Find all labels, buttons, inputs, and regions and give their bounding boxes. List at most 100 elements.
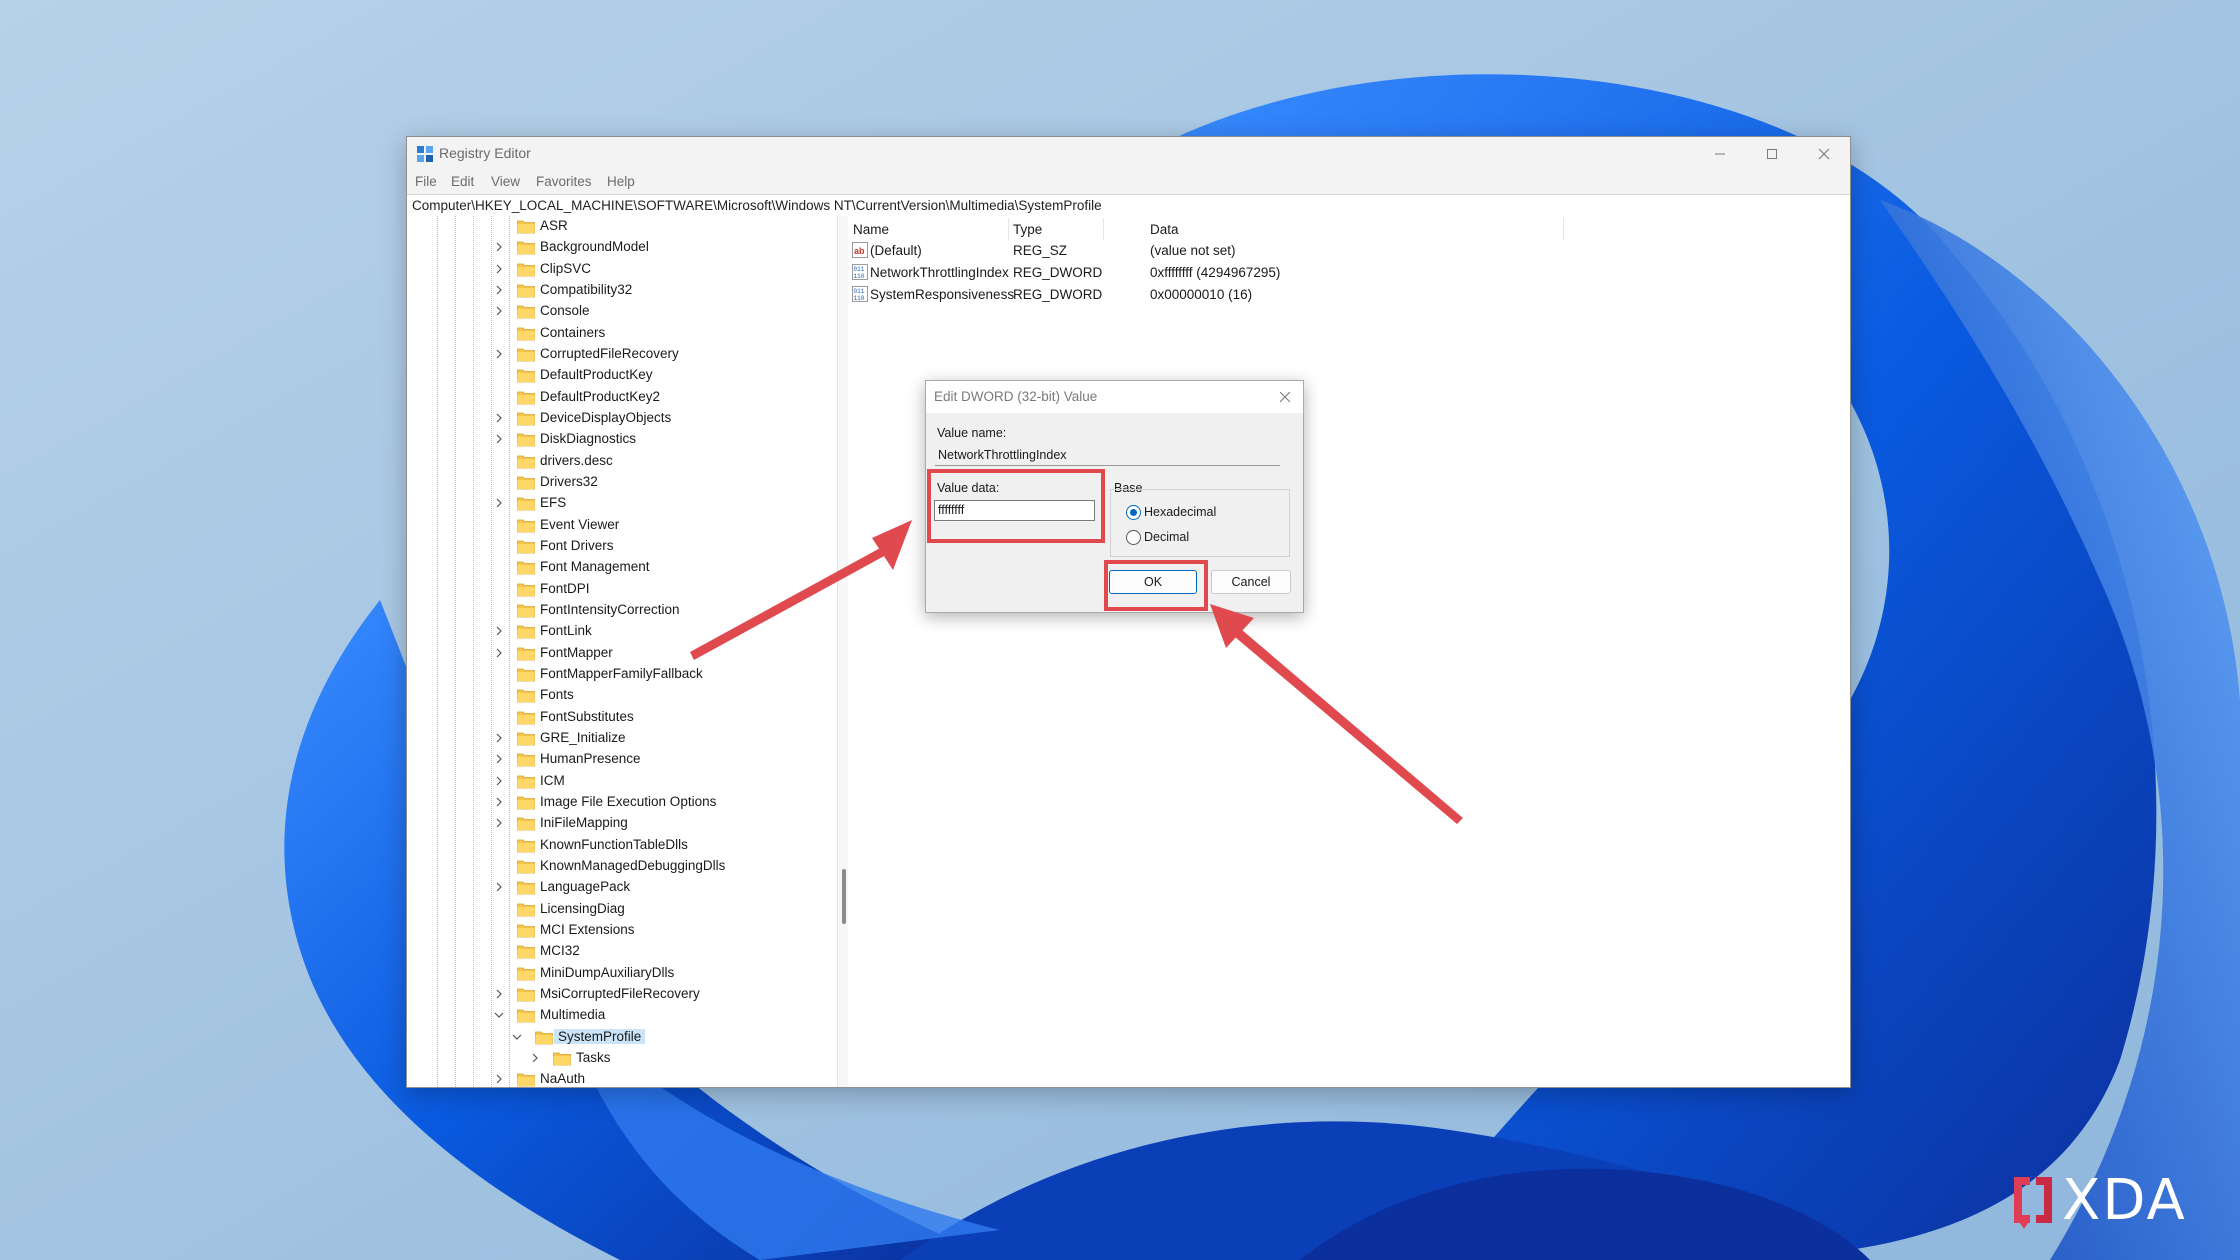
tree-item-drivers32[interactable]: Drivers32 — [407, 472, 827, 493]
chevron-right-icon[interactable] — [494, 882, 504, 892]
chevron-right-icon[interactable] — [494, 434, 504, 444]
tree-item-label: LanguagePack — [540, 879, 631, 895]
tree-item-fontsubstitutes[interactable]: FontSubstitutes — [407, 707, 827, 728]
tree-item-font-management[interactable]: Font Management — [407, 557, 827, 578]
tree-item-inifilemapping[interactable]: IniFileMapping — [407, 813, 827, 834]
dialog-close-button[interactable] — [1273, 385, 1297, 409]
tree-item-knownfunctiontabledlls[interactable]: KnownFunctionTableDlls — [407, 835, 827, 856]
decimal-label[interactable]: Decimal — [1144, 530, 1189, 544]
column-header-data[interactable]: Data — [1150, 222, 1179, 237]
tree-item-diskdiagnostics[interactable]: DiskDiagnostics — [407, 429, 827, 450]
tree-item-fontintensitycorrection[interactable]: FontIntensityCorrection — [407, 600, 827, 621]
tree-item-multimedia[interactable]: Multimedia — [407, 1005, 827, 1026]
chevron-right-icon[interactable] — [494, 349, 504, 359]
tree-item-containers[interactable]: Containers — [407, 323, 827, 344]
column-separator[interactable] — [1563, 218, 1564, 240]
tree-item-mci32[interactable]: MCI32 — [407, 941, 827, 962]
tree-item-drivers-desc[interactable]: drivers.desc — [407, 451, 827, 472]
chevron-right-icon[interactable] — [494, 989, 504, 999]
values-list-pane[interactable]: Name Type Data ab (Default) REG_SZ (valu… — [848, 216, 1850, 1087]
tree-item-efs[interactable]: EFS — [407, 493, 827, 514]
tree-item-gre-initialize[interactable]: GRE_Initialize — [407, 728, 827, 749]
menu-help[interactable]: Help — [607, 174, 635, 189]
tree-item-console[interactable]: Console — [407, 301, 827, 322]
key-tree-pane[interactable]: ASR BackgroundModel ClipSVC Compatibility32… — [407, 216, 837, 1087]
chevron-right-icon[interactable] — [494, 754, 504, 764]
tree-item-defaultproductkey2[interactable]: DefaultProductKey2 — [407, 387, 827, 408]
tree-item-fontmapperfamilyfallback[interactable]: FontMapperFamilyFallback — [407, 664, 827, 685]
tree-item-defaultproductkey[interactable]: DefaultProductKey — [407, 365, 827, 386]
folder-icon — [517, 860, 535, 874]
chevron-right-icon[interactable] — [494, 776, 504, 786]
value-row-default[interactable]: ab (Default) REG_SZ (value not set) — [848, 239, 1850, 261]
chevron-right-icon[interactable] — [494, 285, 504, 295]
column-separator[interactable] — [1103, 218, 1104, 240]
address-bar[interactable]: Computer\HKEY_LOCAL_MACHINE\SOFTWARE\Mic… — [407, 194, 1850, 217]
tree-item-fontlink[interactable]: FontLink — [407, 621, 827, 642]
maximize-button[interactable] — [1746, 137, 1798, 170]
tree-item-label: MiniDumpAuxiliaryDlls — [540, 964, 675, 980]
title-bar[interactable]: Registry Editor — [407, 137, 1850, 170]
value-row-networkthrottlingindex[interactable]: 011 110 NetworkThrottlingIndex REG_DWORD… — [848, 261, 1850, 283]
chevron-right-icon[interactable] — [494, 264, 504, 274]
value-row-systemresponsiveness[interactable]: 011 110 SystemResponsiveness REG_DWORD 0… — [848, 283, 1850, 305]
tree-item-asr[interactable]: ASR — [407, 216, 827, 237]
tree-item-font-drivers[interactable]: Font Drivers — [407, 536, 827, 557]
tree-item-mci-extensions[interactable]: MCI Extensions — [407, 920, 827, 941]
tree-item-corruptedfilerecovery[interactable]: CorruptedFileRecovery — [407, 344, 827, 365]
tree-scrollbar-thumb[interactable] — [842, 869, 846, 924]
menu-edit[interactable]: Edit — [451, 174, 474, 189]
tree-item-label: DefaultProductKey — [540, 367, 653, 383]
tree-item-systemprofile[interactable]: SystemProfile — [407, 1027, 827, 1048]
column-separator[interactable] — [1008, 218, 1009, 240]
tree-item-msicorruptedfilerecovery[interactable]: MsiCorruptedFileRecovery — [407, 984, 827, 1005]
decimal-radio[interactable] — [1126, 530, 1141, 545]
chevron-right-icon[interactable] — [494, 413, 504, 423]
chevron-right-icon[interactable] — [494, 498, 504, 508]
close-button[interactable] — [1798, 137, 1850, 170]
value-name: NetworkThrottlingIndex — [870, 265, 1009, 280]
cancel-button[interactable]: Cancel — [1211, 570, 1291, 594]
chevron-right-icon[interactable] — [494, 242, 504, 252]
tree-item-knownmanageddebuggingdlls[interactable]: KnownManagedDebuggingDlls — [407, 856, 827, 877]
tree-item-naauth[interactable]: NaAuth — [407, 1069, 827, 1087]
tree-item-clipsvc[interactable]: ClipSVC — [407, 259, 827, 280]
chevron-right-icon[interactable] — [494, 306, 504, 316]
tree-item-compatibility32[interactable]: Compatibility32 — [407, 280, 827, 301]
tree-item-languagepack[interactable]: LanguagePack — [407, 877, 827, 898]
tree-item-fontdpi[interactable]: FontDPI — [407, 579, 827, 600]
chevron-down-icon[interactable] — [494, 1010, 504, 1020]
tree-item-backgroundmodel[interactable]: BackgroundModel — [407, 237, 827, 258]
value-name-field[interactable]: NetworkThrottlingIndex — [935, 445, 1280, 466]
chevron-right-icon[interactable] — [494, 626, 504, 636]
tree-item-icm[interactable]: ICM — [407, 771, 827, 792]
chevron-right-icon[interactable] — [494, 1074, 504, 1084]
chevron-right-icon[interactable] — [494, 733, 504, 743]
menu-view[interactable]: View — [491, 174, 520, 189]
chevron-right-icon[interactable] — [494, 818, 504, 828]
menu-file[interactable]: File — [415, 174, 437, 189]
tree-item-minidumpauxiliarydlls[interactable]: MiniDumpAuxiliaryDlls — [407, 963, 827, 984]
minimize-button[interactable] — [1694, 137, 1746, 170]
chevron-right-icon[interactable] — [494, 648, 504, 658]
tree-item-fontmapper[interactable]: FontMapper — [407, 643, 827, 664]
folder-icon — [517, 945, 535, 959]
tree-item-devicedisplayobjects[interactable]: DeviceDisplayObjects — [407, 408, 827, 429]
tree-item-image-file-execution-options[interactable]: Image File Execution Options — [407, 792, 827, 813]
chevron-right-icon[interactable] — [494, 797, 504, 807]
tree-item-fonts[interactable]: Fonts — [407, 685, 827, 706]
chevron-down-icon[interactable] — [512, 1032, 522, 1042]
dialog-title-bar[interactable]: Edit DWORD (32-bit) Value — [926, 381, 1303, 413]
chevron-right-icon[interactable] — [530, 1053, 540, 1063]
hexadecimal-radio[interactable] — [1126, 505, 1141, 520]
tree-item-event-viewer[interactable]: Event Viewer — [407, 515, 827, 536]
tree-item-tasks[interactable]: Tasks — [407, 1048, 827, 1069]
tree-item-humanpresence[interactable]: HumanPresence — [407, 749, 827, 770]
tree-item-label: Image File Execution Options — [540, 793, 717, 809]
tree-item-licensingdiag[interactable]: LicensingDiag — [407, 899, 827, 920]
menu-favorites[interactable]: Favorites — [536, 174, 592, 189]
column-header-name[interactable]: Name — [853, 222, 889, 237]
hexadecimal-label[interactable]: Hexadecimal — [1144, 505, 1216, 519]
column-header-type[interactable]: Type — [1013, 222, 1042, 237]
registry-editor-app-icon — [417, 146, 433, 162]
